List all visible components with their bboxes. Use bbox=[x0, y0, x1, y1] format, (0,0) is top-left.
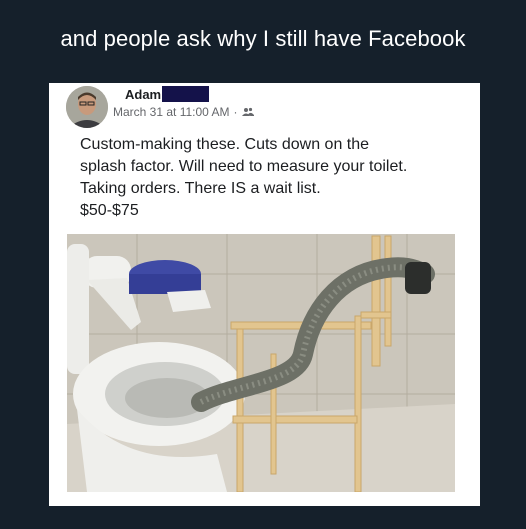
avatar[interactable] bbox=[66, 86, 108, 128]
post-meta: March 31 at 11:00 AM · bbox=[113, 105, 254, 119]
meta-separator: · bbox=[233, 105, 238, 119]
post-text-line: Taking orders. There IS a wait list. bbox=[80, 180, 321, 197]
friends-icon[interactable] bbox=[241, 107, 254, 117]
post-price: $50-$75 bbox=[80, 202, 139, 219]
post-text-line: Custom-making these. Cuts down on the bbox=[80, 136, 370, 153]
tweet-caption: and people ask why I still have Facebook bbox=[60, 26, 466, 51]
facebook-post-card: Adam March 31 at 11:00 AM · Custom-makin… bbox=[49, 83, 480, 506]
author-name[interactable]: Adam bbox=[125, 87, 161, 102]
post-timestamp[interactable]: March 31 at 11:00 AM bbox=[113, 105, 230, 119]
post-text: Custom-making these. Cuts down on the sp… bbox=[80, 134, 460, 222]
redacted-surname-block bbox=[162, 86, 209, 102]
post-text-line: splash factor. Will need to measure your… bbox=[80, 158, 408, 175]
post-photo[interactable] bbox=[67, 234, 455, 492]
